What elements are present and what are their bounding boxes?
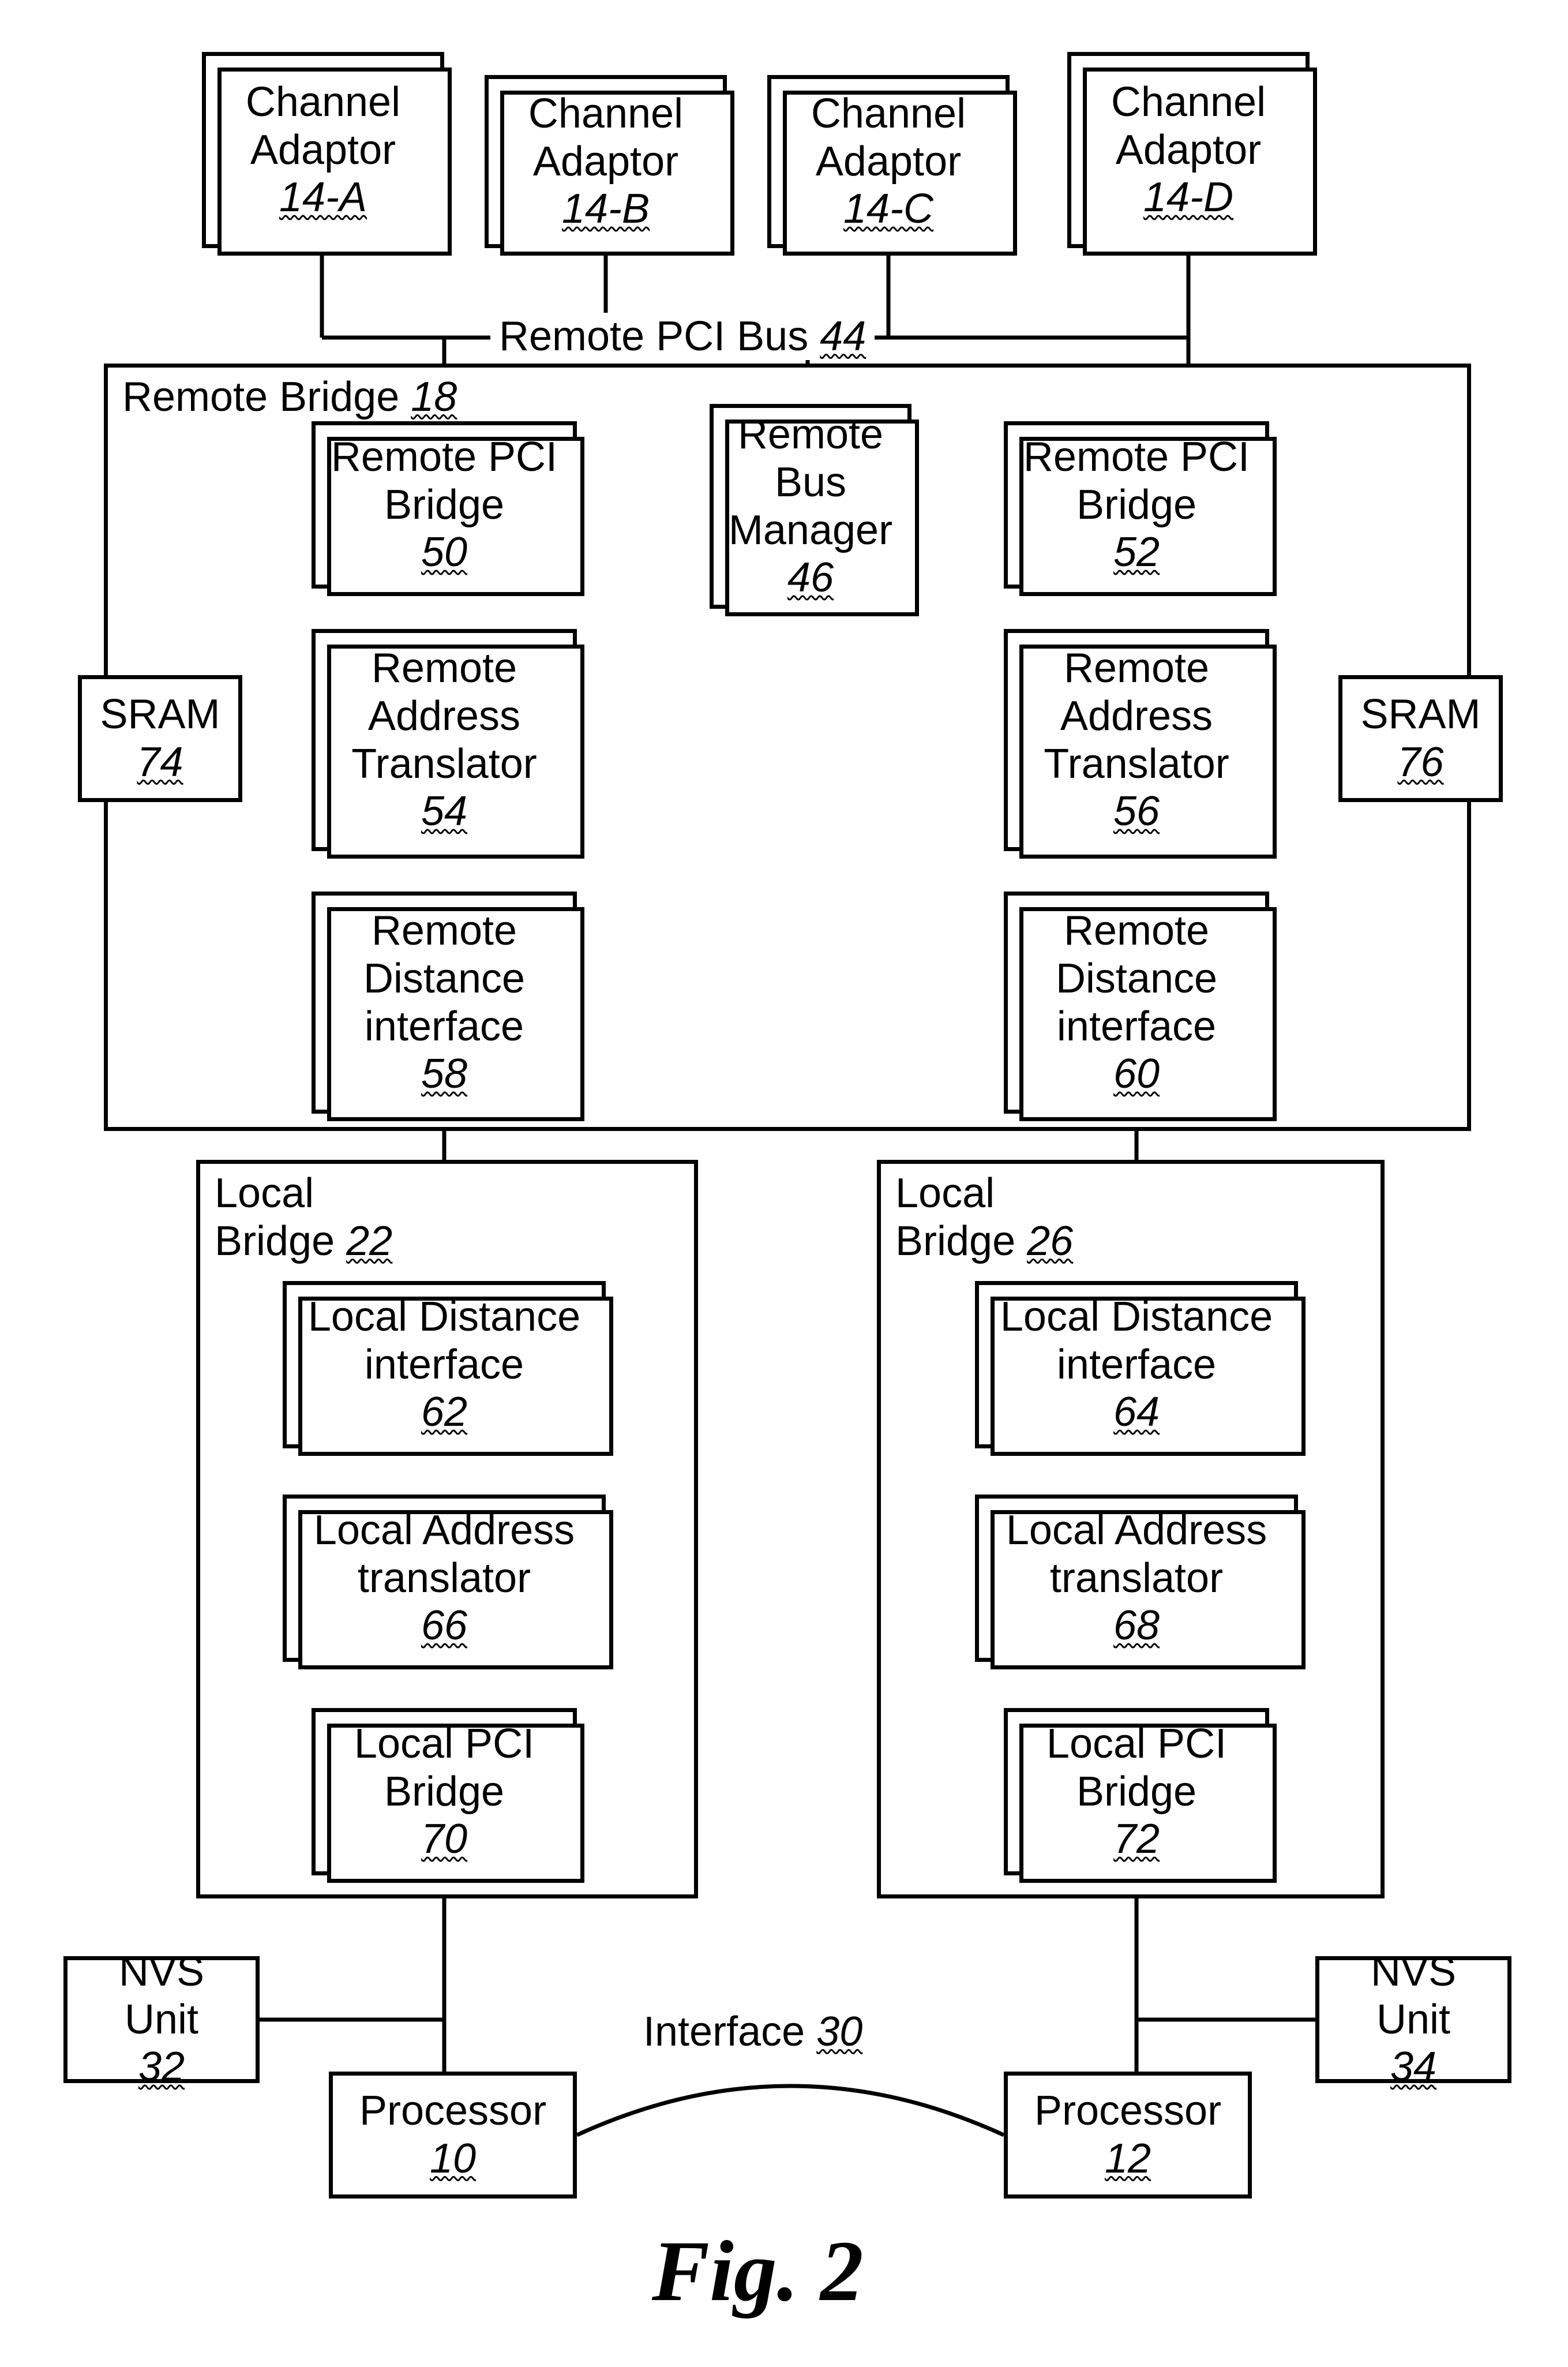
sram-74: SRAM 74 — [78, 675, 242, 802]
processor-10: Processor 10 — [329, 2072, 577, 2199]
ref: 14-B — [562, 185, 650, 233]
nvs-unit-34: NVS Unit 34 — [1315, 1956, 1511, 2083]
ref: 14-C — [843, 185, 933, 233]
local-distance-interface-64: Local Distance interface 64 — [975, 1281, 1298, 1448]
remote-pci-bridge-50: Remote PCI Bridge 50 — [312, 421, 577, 589]
figure-label: Fig. 2 — [652, 2222, 864, 2321]
remote-distance-interface-58: Remote Distance interface 58 — [312, 892, 577, 1114]
interface-30-label: Interface 30 — [635, 2008, 871, 2055]
local-pci-bridge-70: Local PCI Bridge 70 — [312, 1708, 577, 1875]
remote-addr-translator-54: Remote Address Translator 54 — [312, 629, 577, 851]
ref: 14-A — [279, 174, 367, 222]
channel-adaptor-14c: Channel Adaptor 14-C — [767, 75, 1010, 248]
sram-76: SRAM 76 — [1338, 675, 1503, 802]
label: Channel Adaptor — [1083, 78, 1294, 174]
channel-adaptor-14b: Channel Adaptor 14-B — [485, 75, 727, 248]
nvs-unit-32: NVS Unit 32 — [63, 1956, 260, 2083]
remote-pci-bridge-52: Remote PCI Bridge 52 — [1004, 421, 1269, 589]
local-addr-translator-68: Local Address translator 68 — [975, 1495, 1298, 1662]
ref: 14-D — [1143, 174, 1233, 222]
local-bridge-26-label: LocalBridge 26 — [895, 1170, 1073, 1265]
local-addr-translator-66: Local Address translator 66 — [283, 1495, 606, 1662]
remote-addr-translator-56: Remote Address Translator 56 — [1004, 629, 1269, 851]
remote-bus-manager-46: Remote Bus Manager 46 — [710, 404, 911, 609]
channel-adaptor-14a: Channel Adaptor 14-A — [202, 52, 444, 248]
local-distance-interface-62: Local Distance interface 62 — [283, 1281, 606, 1448]
label: Channel Adaptor — [500, 90, 711, 186]
remote-pci-bus-label: Remote PCI Bus 44 — [490, 313, 875, 360]
label: Channel Adaptor — [217, 78, 429, 174]
local-pci-bridge-72: Local PCI Bridge 72 — [1004, 1708, 1269, 1875]
remote-bridge-label: Remote Bridge 18 — [122, 373, 457, 421]
local-bridge-22-label: LocalBridge 22 — [215, 1170, 392, 1265]
remote-distance-interface-60: Remote Distance interface 60 — [1004, 892, 1269, 1114]
label: Channel Adaptor — [783, 90, 994, 186]
processor-12: Processor 12 — [1004, 2072, 1252, 2199]
channel-adaptor-14d: Channel Adaptor 14-D — [1067, 52, 1310, 248]
